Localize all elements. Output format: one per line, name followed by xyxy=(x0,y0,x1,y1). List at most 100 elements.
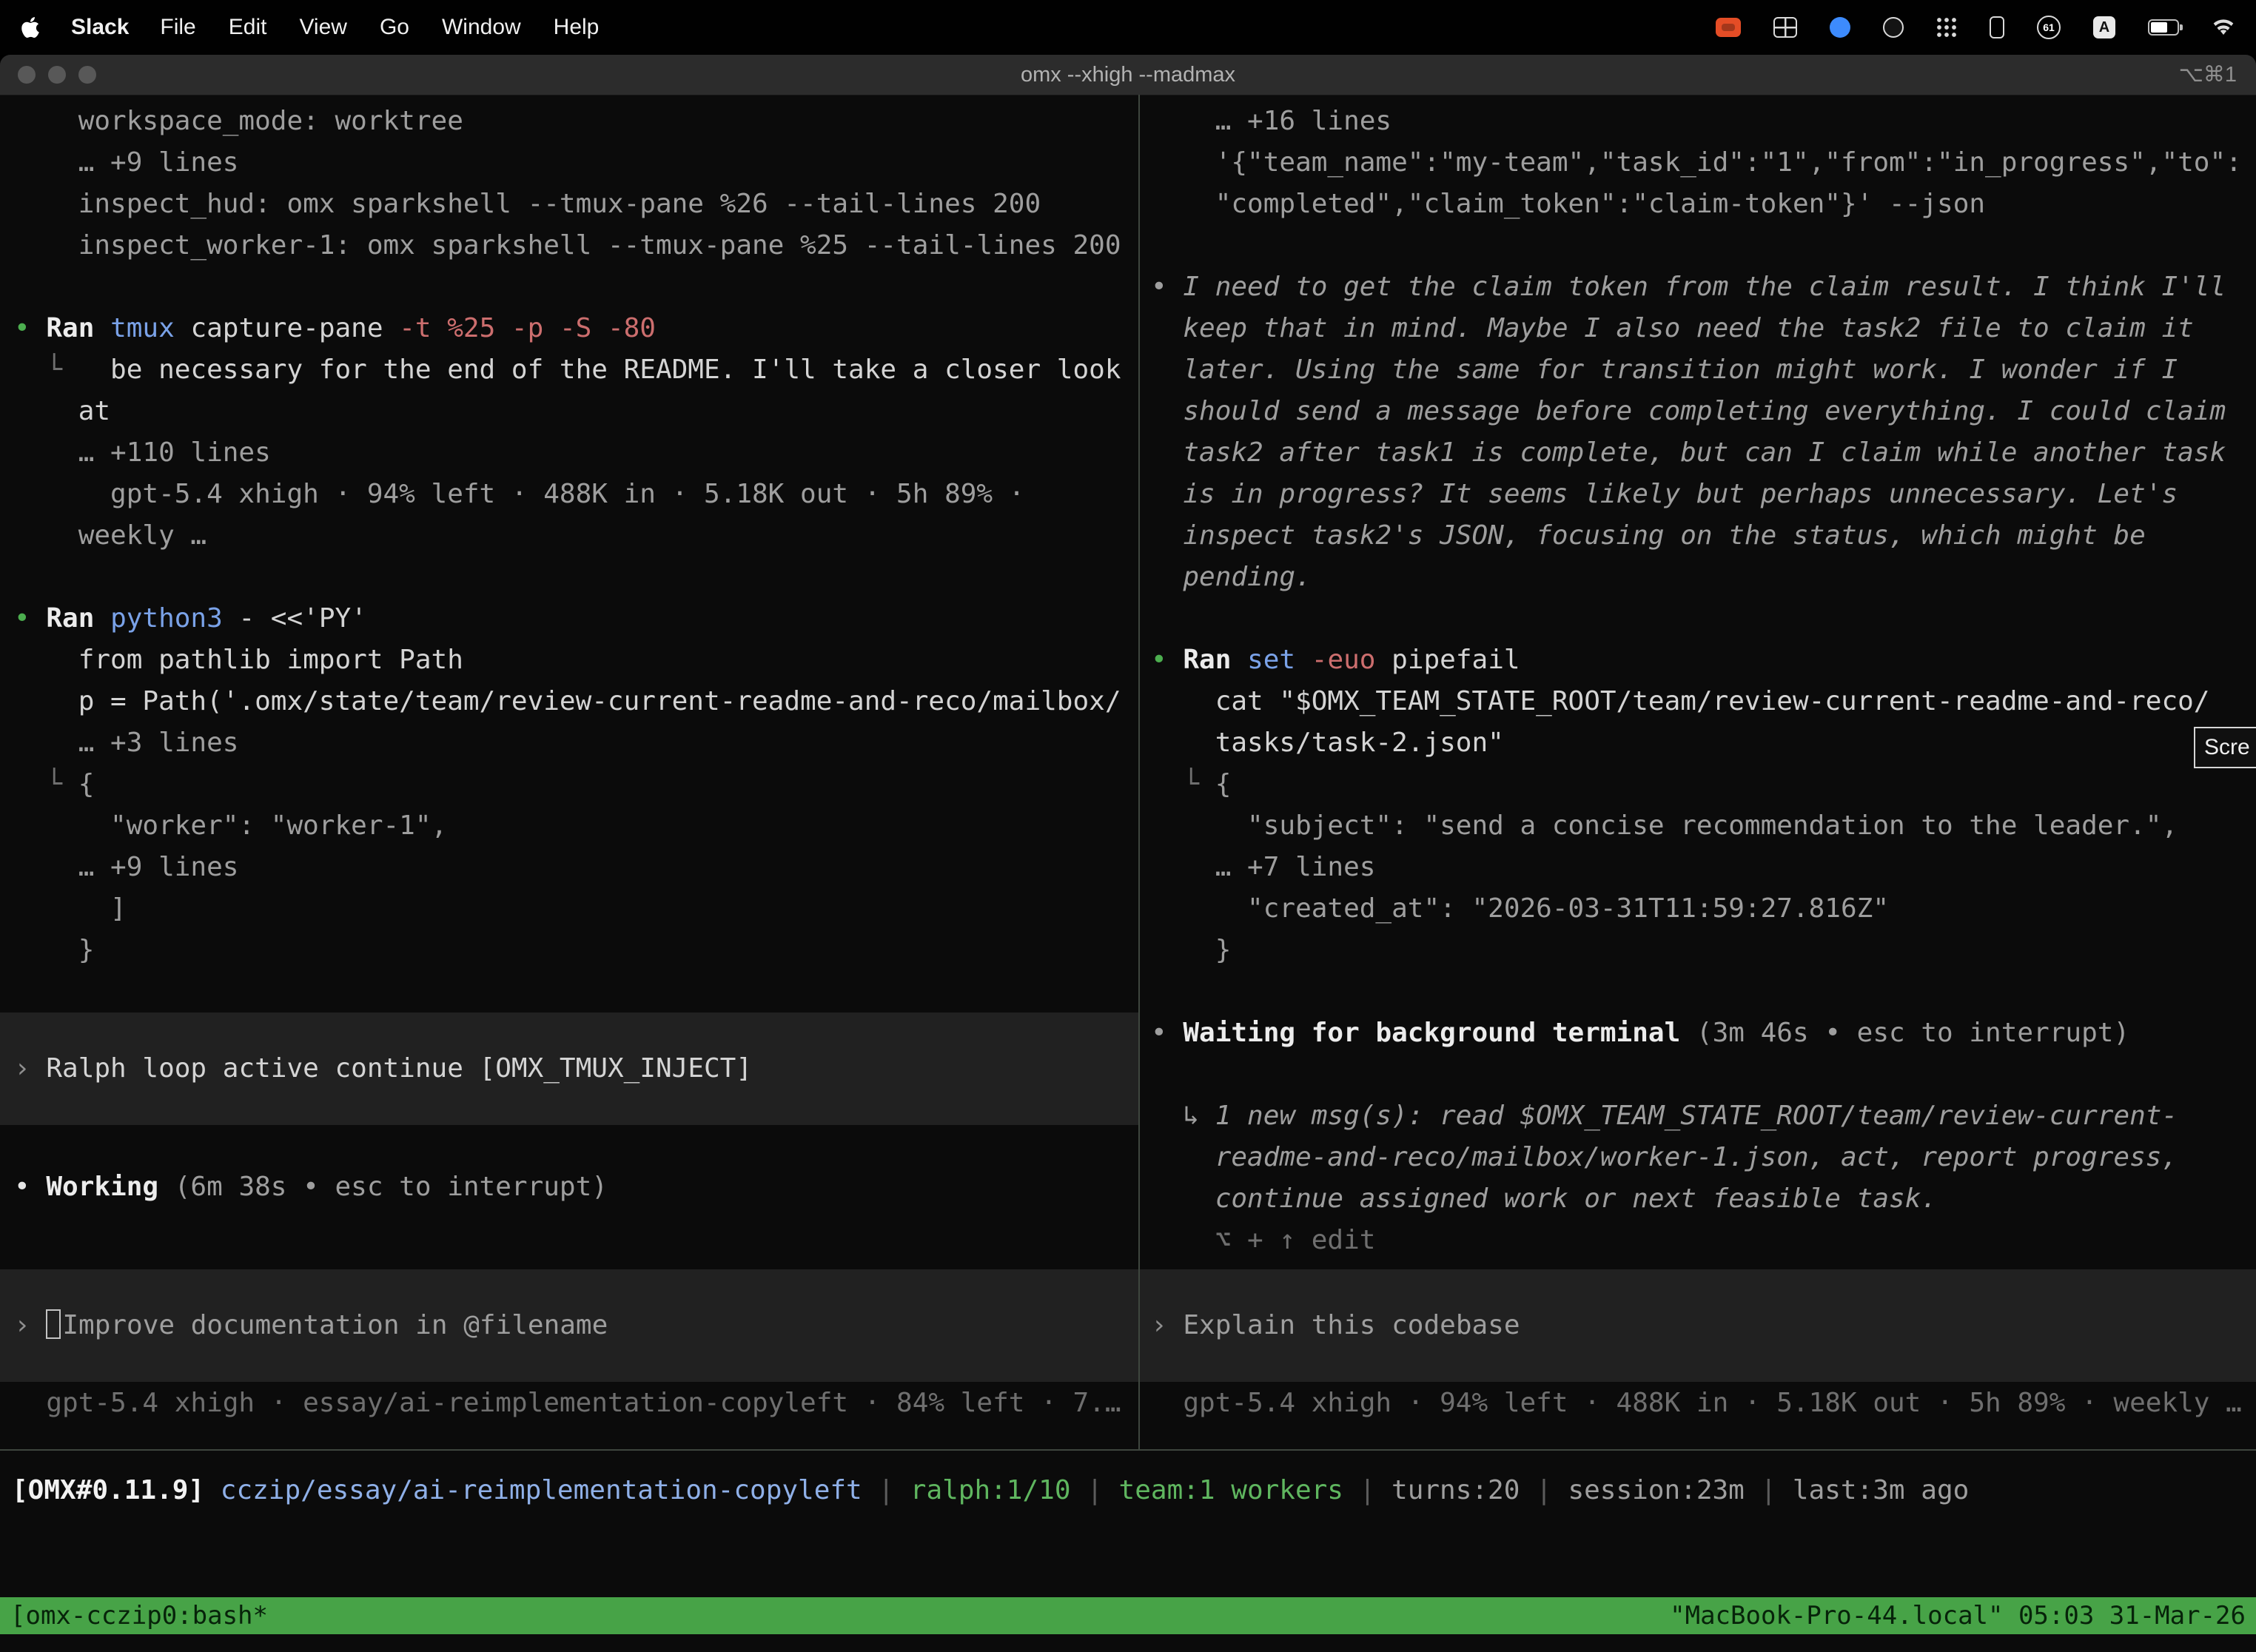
text-segment: Improve documentation in @filename xyxy=(62,1310,608,1340)
text-segment: › xyxy=(14,1053,46,1084)
terminal-pane-left: workspace_mode: worktree … +9 lines insp… xyxy=(0,95,1138,1449)
menu-view[interactable]: View xyxy=(299,15,346,40)
terminal-line xyxy=(1140,225,2256,266)
prompt-suggestion-row[interactable]: › Explain this codebase xyxy=(1140,1269,2256,1382)
terminal-line: workspace_mode: worktree xyxy=(0,101,1138,142)
text-cursor xyxy=(46,1309,61,1339)
text-segment: └ xyxy=(14,355,110,385)
text-segment: … +9 lines xyxy=(14,147,238,178)
terminal-line: should send a message before completing … xyxy=(1140,391,2256,432)
text-segment: • xyxy=(14,313,46,343)
terminal-line: gpt-5.4 xhigh · 94% left · 488K in · 5.1… xyxy=(1140,1383,2256,1424)
battery-icon[interactable] xyxy=(2148,19,2179,36)
notification-popup[interactable]: Scre xyxy=(2194,727,2256,768)
text-segment: gpt-5.4 xhigh · 94% left · 488K in · 5.1… xyxy=(14,479,1024,509)
terminal-line: … +110 lines xyxy=(0,432,1138,474)
text-segment: Ran xyxy=(46,313,110,343)
dark-circle-app-icon[interactable] xyxy=(1883,17,1904,38)
text-segment: "worker": "worker-1", xyxy=(14,810,447,841)
terminal-line: "worker": "worker-1", xyxy=(0,805,1138,847)
prompt-suggestion-row[interactable]: › Improve documentation in @filename xyxy=(0,1269,1138,1382)
text-segment: p = Path('.omx/state/team/review-current… xyxy=(14,686,1121,716)
desktop: Slack File Edit View Go Window Help 61 A omx -… xyxy=(0,0,2256,1652)
terminal-line xyxy=(0,971,1138,1013)
tmux-host-clock: "MacBook-Pro-44.local" 05:03 31-Mar-26 xyxy=(1670,1597,2246,1634)
text-segment: workspace_mode: worktree xyxy=(14,106,463,136)
terminal-line: "subject": "send a concise recommendatio… xyxy=(1140,805,2256,847)
text-segment: at xyxy=(14,396,110,426)
terminal-line: task2 after task1 is complete, but can I… xyxy=(1140,432,2256,474)
window-titlebar[interactable]: omx --xhigh --madmax ⌥⌘1 xyxy=(0,55,2256,95)
text-segment: | xyxy=(1071,1475,1119,1505)
terminal-line: is in progress? It seems likely but perh… xyxy=(1140,474,2256,515)
terminal-line: readme-and-reco/mailbox/worker-1.json, a… xyxy=(1140,1137,2256,1178)
screen-recording-indicator[interactable] xyxy=(1716,18,1741,37)
text-segment: Explain this codebase xyxy=(1183,1310,1520,1340)
text-segment: … +9 lines xyxy=(14,852,238,882)
terminal-line: keep that in mind. Maybe I also need the… xyxy=(1140,308,2256,349)
terminal-line: └ { xyxy=(1140,764,2256,805)
terminal-line: • Ran set -euo pipefail xyxy=(1140,639,2256,681)
prompt-suggestion-row[interactable]: › Ralph loop active continue [OMX_TMUX_I… xyxy=(0,1013,1138,1125)
text-segment: task2 after task1 is complete, but can I… xyxy=(1151,437,2226,468)
text-segment: › xyxy=(14,1310,46,1340)
terminal-line: from pathlib import Path xyxy=(0,639,1138,681)
text-segment: continue assigned work or next feasible … xyxy=(1151,1183,1937,1214)
text-segment: Working xyxy=(46,1172,158,1202)
terminal-line: tasks/task-2.json" xyxy=(1140,722,2256,764)
menu-edit[interactable]: Edit xyxy=(229,15,267,40)
dots-grid-icon[interactable] xyxy=(1936,17,1957,38)
terminal-line: pending. xyxy=(1140,557,2256,598)
battery-percent-badge[interactable]: 61 xyxy=(2037,16,2061,39)
menu-bar-left: Slack File Edit View Go Window Help xyxy=(21,15,599,40)
terminal-line: … +16 lines xyxy=(1140,101,2256,142)
terminal-line: '{"team_name":"my-team","task_id":"1","f… xyxy=(1140,142,2256,184)
tmux-status-bar: [omx-cczip0:bash* "MacBook-Pro-44.local"… xyxy=(0,1597,2256,1634)
text-segment: turns:20 xyxy=(1391,1475,1520,1505)
terminal-line xyxy=(1140,1054,2256,1095)
terminal-line xyxy=(1140,598,2256,639)
text-segment: inspect_hud: omx sparkshell --tmux-pane … xyxy=(14,189,1041,219)
window-shortcut-hint: ⌥⌘1 xyxy=(2178,55,2237,95)
text-segment: from pathlib import Path xyxy=(14,645,463,675)
menu-window[interactable]: Window xyxy=(442,15,521,40)
text-segment: • xyxy=(1151,272,1183,302)
active-app-menu[interactable]: Slack xyxy=(71,15,129,40)
text-segment: cczip/essay/ai-reimplementation-copyleft xyxy=(221,1475,862,1505)
blue-app-icon[interactable] xyxy=(1830,17,1850,38)
text-segment: … +7 lines xyxy=(1151,852,1375,882)
terminal-line: … +7 lines xyxy=(1140,847,2256,888)
terminal-line xyxy=(1140,971,2256,1013)
menu-bar: Slack File Edit View Go Window Help 61 A xyxy=(0,0,2256,55)
text-segment: is in progress? It seems likely but perh… xyxy=(1151,479,2178,509)
apple-logo-glyph xyxy=(21,16,40,39)
utility-app-icon[interactable] xyxy=(1990,16,2004,38)
text-segment: tmux xyxy=(110,313,175,343)
text-segment: python3 xyxy=(110,603,223,634)
text-segment: "completed","claim_token":"claim-token"}… xyxy=(1151,189,1985,219)
text-segment: pipefail xyxy=(1375,645,1520,675)
text-segment: session:23m xyxy=(1568,1475,1744,1505)
terminal-line: at xyxy=(0,391,1138,432)
text-segment: team:1 workers xyxy=(1119,1475,1343,1505)
wifi-icon[interactable] xyxy=(2212,19,2235,36)
terminal-line: } xyxy=(0,930,1138,971)
window-grid-icon[interactable] xyxy=(1773,17,1797,38)
terminal-content: workspace_mode: worktree … +9 lines insp… xyxy=(0,95,2256,1449)
text-segment: ] xyxy=(14,893,127,924)
terminal-line: p = Path('.omx/state/team/review-current… xyxy=(0,681,1138,722)
terminal-line: • Ran python3 - <<'PY' xyxy=(0,598,1138,639)
text-segment: tasks/task-2.json" xyxy=(1151,728,1504,758)
terminal-line: … +9 lines xyxy=(0,142,1138,184)
terminal-line: "completed","claim_token":"claim-token"}… xyxy=(1140,184,2256,225)
text-segment: "created_at": "2026-03-31T11:59:27.816Z" xyxy=(1151,893,1889,924)
menu-file[interactable]: File xyxy=(160,15,195,40)
menu-go[interactable]: Go xyxy=(380,15,409,40)
terminal-line: } xyxy=(1140,930,2256,971)
text-segment: Ran xyxy=(1183,645,1247,675)
apple-menu-icon[interactable] xyxy=(21,16,40,39)
input-source-icon[interactable]: A xyxy=(2093,16,2115,38)
text-segment: (3m 46s • esc to interrupt) xyxy=(1680,1018,2129,1048)
menu-help[interactable]: Help xyxy=(554,15,600,40)
text-segment: └ xyxy=(14,769,78,799)
